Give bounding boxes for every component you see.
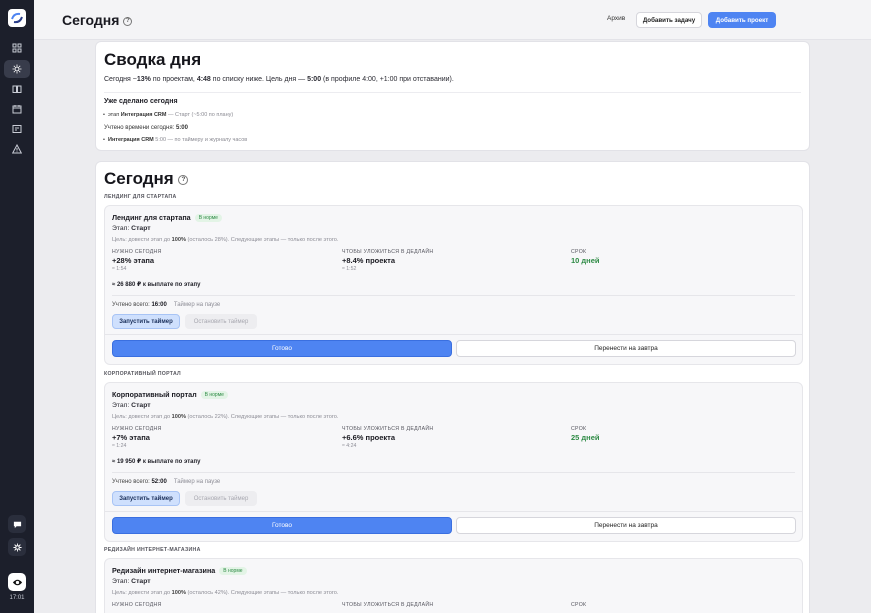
timer-status: Учтено всего: 16:00 Таймер на паузе [112,302,221,308]
done-item: этап Интеграция CRM — Старт (~5:00 по пл… [103,112,233,118]
chat-button[interactable] [8,515,26,533]
timer-status: Учтено всего: 52:00 Таймер на паузе [112,479,221,485]
stage: Этап: Старт [112,402,151,409]
project-card: Корпоративный портал В норме Этап: Старт … [104,382,803,542]
due-date: СРОК 25 дней [571,426,600,442]
need-today: НУЖНО СЕГОДНЯ [112,602,162,608]
clock: 17:01 [9,595,25,601]
stage-goal: Цель: довести этап до 100% (осталось 22%… [112,414,339,420]
help-icon[interactable]: ? [178,174,189,185]
start-timer-button[interactable]: Запустить таймер [112,491,180,506]
divider [105,511,802,512]
deadline-progress: ЧТОБЫ УЛОЖИТЬСЯ В ДЕДЛАЙН +6.6% проекта ≈ … [342,426,434,449]
nav-dashboard[interactable] [4,39,30,57]
gear-icon [12,542,22,552]
deadline-progress: ЧТОБЫ УЛОЖИТЬСЯ В ДЕДЛАЙН +8.4% проекта ≈ … [342,249,434,272]
divider [105,334,802,335]
eye-icon [12,579,22,585]
deadline-progress: ЧТОБЫ УЛОЖИТЬСЯ В ДЕДЛАЙН [342,602,434,608]
done-button[interactable]: Готово [112,340,452,357]
dashboard-icon [12,43,22,53]
move-tomorrow-button[interactable]: Перенести на завтра [456,340,796,357]
warning-icon [12,144,22,154]
page-title: Сегодня ? [62,12,133,28]
project-group-label: РЕДИЗАЙН ИНТЕРНЕТ-МАГАЗИНА [104,547,201,553]
logo-icon [11,12,23,24]
divider [112,295,795,296]
calendar-icon [12,105,22,114]
project-name: Редизайн интернет-магазина В норме [112,566,247,575]
chat-icon [13,521,21,528]
start-timer-button[interactable]: Запустить таймер [112,314,180,329]
nav-warnings[interactable] [4,140,30,158]
summary-text: Сегодня ~13% по проектам, 4:48 по списку… [104,76,454,83]
accounted-item: Интеграция CRM 5:00 — по таймеру и журна… [103,137,247,143]
divider [104,92,801,93]
add-task-button[interactable]: Добавить задачу [636,12,702,28]
stage-goal: Цель: довести этап до 100% (осталось 42%… [112,590,339,596]
nav-today[interactable] [4,60,30,78]
project-name: Корпоративный портал В норме [112,390,228,399]
nav-report[interactable] [4,120,30,138]
page-title-text: Сегодня [62,12,120,28]
project-name: Лендинг для стартапа В норме [112,213,222,222]
status-badge: В норме [200,391,228,399]
accounted-time: Учтено времени сегодня: 5:00 [104,125,188,131]
book-icon [12,85,22,93]
due-date: СРОК [571,602,587,608]
add-project-button[interactable]: Добавить проект [708,12,776,28]
today-panel: Сегодня ? ЛЕНДИНГ ДЛЯ СТАРТАПА Лендинг д… [95,161,810,613]
divider [112,472,795,473]
help-icon[interactable]: ? [123,16,133,26]
project-group-label: ЛЕНДИНГ ДЛЯ СТАРТАПА [104,194,177,200]
stop-timer-button[interactable]: Остановить таймер [185,314,257,329]
done-button[interactable]: Готово [112,517,452,534]
status-badge: В норме [219,567,247,575]
status-badge: В норме [194,214,222,222]
stop-timer-button[interactable]: Остановить таймер [185,491,257,506]
today-title: Сегодня ? [104,169,189,189]
app-logo[interactable] [8,9,26,27]
visibility-toggle[interactable] [8,573,26,591]
project-group-label: КОРПОРАТИВНЫЙ ПОРТАЛ [104,371,181,377]
project-card: Лендинг для стартапа В норме Этап: Старт … [104,205,803,365]
stage: Этап: Старт [112,225,151,232]
due-date: СРОК 10 дней [571,249,600,265]
need-today: НУЖНО СЕГОДНЯ +28% этапа ≈ 1:54 [112,249,162,272]
archive-link[interactable]: Архив [607,15,625,22]
summary-title: Сводка дня [104,50,202,69]
nav-calendar[interactable] [4,100,30,118]
stage: Этап: Старт [112,578,151,585]
move-tomorrow-button[interactable]: Перенести на завтра [456,517,796,534]
project-card: Редизайн интернет-магазина В норме Этап: … [104,558,803,613]
done-today-heading: Уже сделано сегодня [104,98,178,105]
settings-button[interactable] [8,538,26,556]
payout: ≈ 26 880 ₽ к выплате по этапу [112,282,201,288]
need-today: НУЖНО СЕГОДНЯ +7% этапа ≈ 1:24 [112,426,162,449]
payout: ≈ 19 950 ₽ к выплате по этапу [112,459,201,465]
sidebar: 17:01 [0,0,34,613]
sun-icon [12,64,22,74]
stage-goal: Цель: довести этап до 100% (осталось 28%… [112,237,339,243]
day-summary-panel: Сводка дня Сегодня ~13% по проектам, 4:4… [95,41,810,151]
report-icon [12,125,22,133]
nav-book[interactable] [4,80,30,98]
